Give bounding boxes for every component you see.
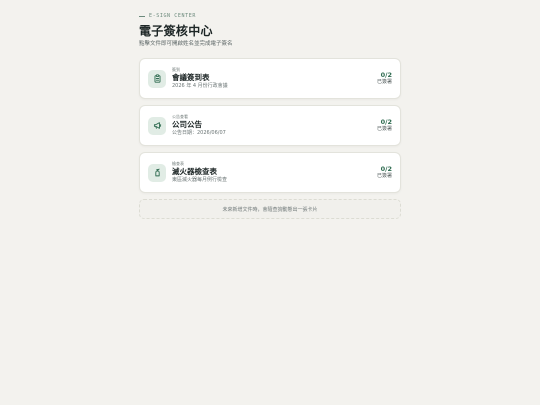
card-description: 2026 年 4 月份行政會議 (172, 83, 228, 89)
signature-status: 0/2 已簽署 (377, 165, 392, 180)
document-card-meeting[interactable]: 簽到 會議簽到表 2026 年 4 月份行政會議 0/2 已簽署 (139, 58, 401, 99)
page-subtitle: 點擊文件即可開啟姓名並完成電子簽名 (139, 41, 233, 47)
card-text: 檢查表 滅火器檢查表 東區滅火器每月例行檢查 (172, 161, 377, 184)
fire-extinguisher-icon (148, 163, 166, 182)
main-container: E-SIGN CENTER 電子簽核中心 點擊文件即可開啟姓名並完成電子簽名 簽… (139, 12, 401, 219)
signature-count: 0/2 (380, 118, 392, 126)
card-title: 會議簽到表 (172, 73, 210, 82)
document-list: 簽到 會議簽到表 2026 年 4 月份行政會議 0/2 已簽署 公告查看 公司… (139, 58, 401, 193)
signature-status: 0/2 已簽署 (377, 118, 392, 133)
eyebrow-label: E-SIGN CENTER (149, 13, 196, 19)
card-title: 公司公告 (172, 120, 202, 129)
signature-status: 0/2 已簽署 (377, 71, 392, 86)
signature-count: 0/2 (380, 71, 392, 79)
eyebrow-divider (139, 15, 145, 17)
card-description: 東區滅火器每月例行檢查 (172, 177, 228, 183)
signature-status-label: 已簽署 (376, 79, 392, 85)
document-card-announcement[interactable]: 公告查看 公司公告 公告日期：2026/06/07 0/2 已簽署 (139, 105, 401, 146)
eyebrow: E-SIGN CENTER (139, 12, 401, 20)
future-documents-note-text: 未來新增文件時，會隨查詢動態出一張卡片 (222, 206, 318, 213)
signature-status-label: 已簽署 (376, 173, 392, 179)
card-text: 公告查看 公司公告 公告日期：2026/06/07 (172, 114, 377, 137)
page-title: 電子簽核中心 (139, 24, 213, 38)
card-text: 簽到 會議簽到表 2026 年 4 月份行政會議 (172, 67, 377, 90)
signature-count: 0/2 (380, 165, 392, 173)
document-card-extinguisher[interactable]: 檢查表 滅火器檢查表 東區滅火器每月例行檢查 0/2 已簽署 (139, 152, 401, 193)
signature-status-label: 已簽署 (376, 126, 392, 132)
card-title: 滅火器檢查表 (172, 167, 217, 176)
card-description: 公告日期：2026/06/07 (172, 130, 226, 136)
future-documents-note: 未來新增文件時，會隨查詢動態出一張卡片 (139, 199, 401, 219)
megaphone-icon (148, 116, 166, 135)
clipboard-icon (148, 69, 166, 88)
